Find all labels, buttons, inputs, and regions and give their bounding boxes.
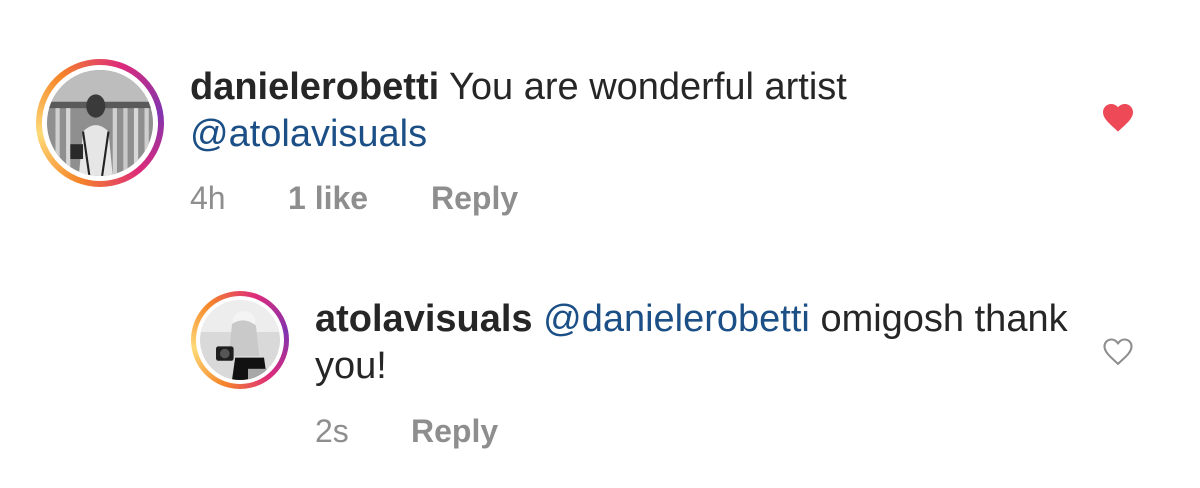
heart-outline-icon[interactable] <box>1100 333 1136 367</box>
comment-username[interactable]: danielerobetti <box>190 66 439 108</box>
mention-link[interactable]: @atolavisuals <box>190 113 427 155</box>
heart-filled-icon[interactable] <box>1100 99 1136 133</box>
mention-link[interactable]: @danielerobetti <box>543 298 810 340</box>
avatar-danielerobetti[interactable] <box>47 70 153 176</box>
reply-button[interactable]: Reply <box>431 180 518 217</box>
comment-username[interactable]: atolavisuals <box>315 298 533 340</box>
comment-text: atolavisuals @danielerobetti omigosh tha… <box>315 296 1075 390</box>
comment-text: danielerobetti You are wonderful artist … <box>190 64 1070 158</box>
comment-timestamp: 4h <box>190 180 226 216</box>
avatar-atolavisuals[interactable] <box>200 300 280 380</box>
likes-count-link[interactable]: 1 like <box>288 180 368 217</box>
reply-button[interactable]: Reply <box>411 413 498 450</box>
comment-timestamp: 2s <box>315 413 349 449</box>
comment-body: You are wonderful artist <box>449 66 847 108</box>
